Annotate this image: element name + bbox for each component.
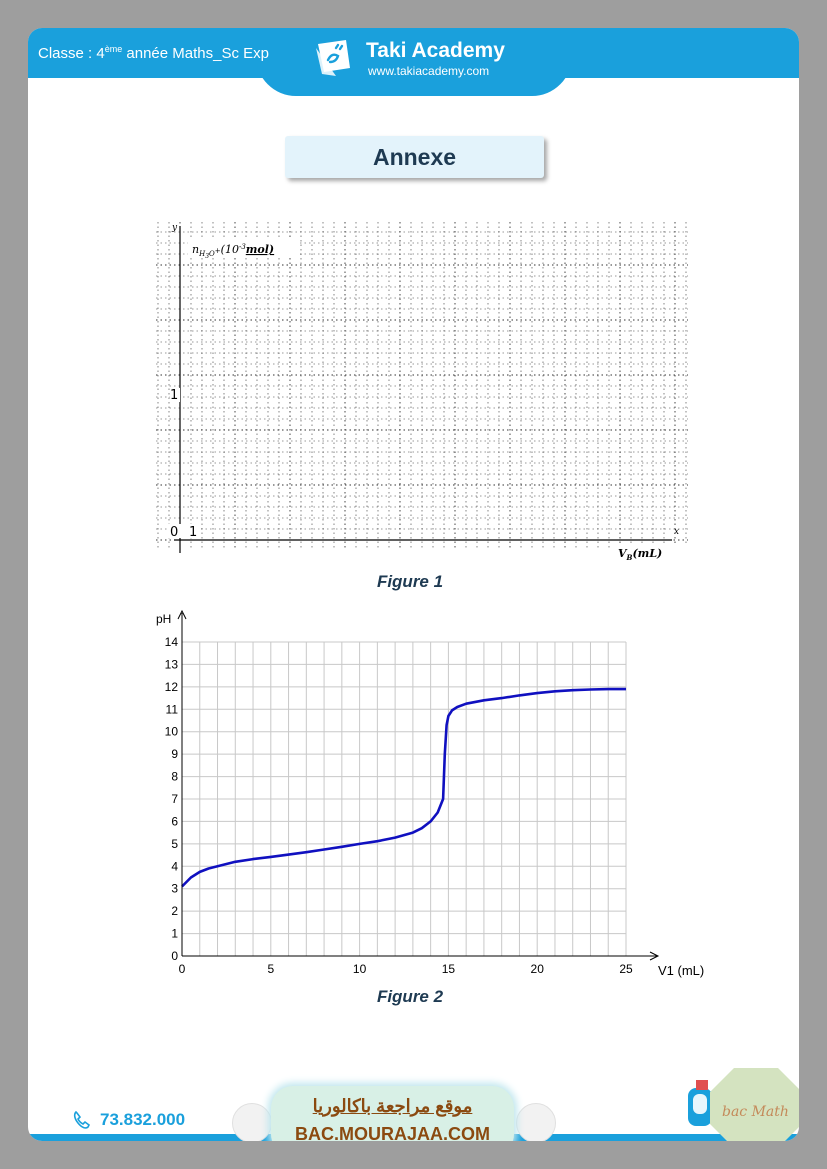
bacmath-text: bac Math: [722, 1104, 789, 1120]
figure1-grid: y x nH3O+(10-3mol) 1 0 1 VB(mL): [156, 222, 692, 562]
figure2-ytick-label: 4: [171, 859, 178, 873]
figure2-chart: 012345678910111213140 5 10 15 20 25 pH V1 (mL…: [156, 609, 704, 978]
figure1-ytick-1: 1: [170, 388, 178, 403]
figure2-xtick-label: 0: [179, 962, 186, 976]
brand-name: Taki Academy: [366, 39, 505, 62]
figure1-axis-y-letter: y: [171, 223, 178, 233]
figure2-ytick-label: 7: [171, 792, 178, 806]
figure2-ytick-label: 3: [171, 882, 178, 896]
phone-number[interactable]: 73.832.000: [100, 1110, 185, 1130]
figure1-gridlines: [156, 222, 688, 548]
figure1-origin: 0: [170, 525, 178, 540]
figure2-ytick-label: 14: [165, 635, 179, 649]
taki-logo-icon: [316, 40, 350, 76]
class-suffix: année Maths_Sc Exp: [122, 45, 269, 62]
figure2-ytick-label: 11: [166, 702, 179, 716]
figure2-series-line: [181, 687, 626, 888]
mouraja-banner[interactable]: موقع مراجعة باكالوريا BAC.MOURAJAA.COM: [271, 1086, 514, 1141]
class-label: Classe : 4ème année Maths_Sc Exp: [38, 44, 269, 62]
figure2-xlabel: V1 (mL): [658, 963, 704, 978]
page: Classe : 4ème année Maths_Sc Exp Taki Ac…: [28, 28, 799, 1141]
mouraja-arabic-text[interactable]: موقع مراجعة باكالوريا: [271, 1096, 514, 1117]
figure2-caption: Figure 2: [376, 987, 444, 1006]
brand-url[interactable]: www.takiacademy.com: [368, 64, 489, 78]
bacmath-badge-icon: bac Math: [710, 1068, 799, 1141]
figure2-ytick-label: 8: [171, 770, 178, 784]
figure2-ytick-label: 9: [171, 747, 178, 761]
mouraja-logo-left-icon: [232, 1103, 272, 1141]
figure1-xtick-1: 1: [189, 525, 197, 540]
figure2-ytick-label: 0: [171, 949, 178, 963]
figure2-ytick-label: 10: [165, 725, 179, 739]
figure1-xlabel: VB(mL): [618, 547, 662, 562]
mouraja-url[interactable]: BAC.MOURAJAA.COM: [271, 1124, 514, 1141]
figure1-axis-x-letter: x: [674, 527, 679, 537]
page-title: Annexe: [285, 136, 544, 178]
class-sup: ème: [104, 44, 123, 54]
mouraja-logo-right-icon: [516, 1103, 556, 1141]
figure2-ytick-label: 1: [171, 927, 178, 941]
figure2-ytick-label: 5: [171, 837, 178, 851]
figure2-ytick-label: 2: [171, 904, 178, 918]
figure1-caption: Figure 1: [376, 572, 444, 591]
figure2-xtick-label: 15: [442, 962, 456, 976]
figure2-ytick-label: 12: [165, 680, 179, 694]
figure2-gridlines: [181, 641, 627, 957]
figure2-ytick-label: 6: [171, 814, 178, 828]
figure2-ylabel: pH: [156, 612, 171, 626]
phone-icon: [73, 1110, 91, 1129]
figure2-xtick-label: 10: [353, 962, 367, 976]
class-prefix: Classe : 4: [38, 45, 105, 62]
figure2-xtick-label: 25: [619, 962, 633, 976]
figure2-ytick-label: 13: [165, 657, 179, 671]
figure2-xtick-label: 5: [267, 962, 274, 976]
figure2-xtick-label: 20: [531, 962, 545, 976]
